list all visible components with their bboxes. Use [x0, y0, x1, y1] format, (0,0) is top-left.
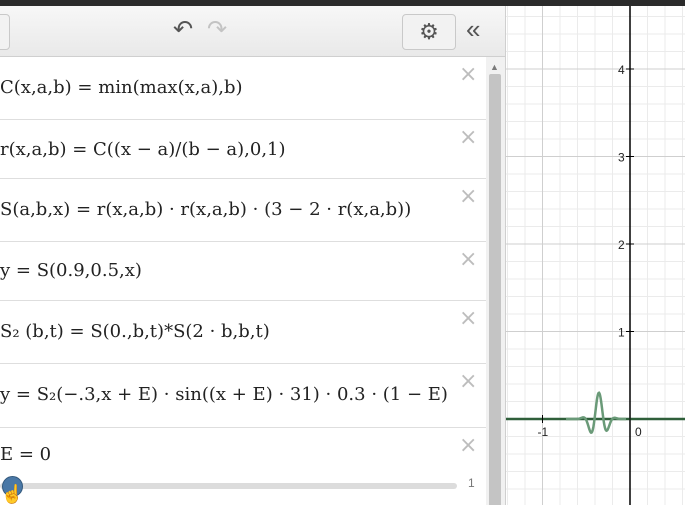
- expression-text[interactable]: y = S₂(−.3,x + E) · sin((x + E) · 31) · …: [0, 384, 448, 405]
- settings-button[interactable]: ⚙: [402, 14, 456, 50]
- expression-item[interactable]: C(x,a,b) = min(max(x,a),b) ×: [0, 57, 486, 120]
- scroll-up-arrow-icon[interactable]: ▲: [490, 62, 499, 72]
- expression-item[interactable]: y = S(0.9,0.5,x) ×: [0, 242, 486, 301]
- close-icon[interactable]: ×: [459, 371, 477, 393]
- y-tick-label: 2: [618, 238, 625, 252]
- close-icon[interactable]: ×: [459, 308, 477, 330]
- y-tick-label: 4: [618, 63, 625, 77]
- collapse-panel-icon[interactable]: «: [466, 16, 480, 42]
- expression-text[interactable]: S₂ (b,t) = S(0.,b,t)*S(2 · b,b,t): [0, 321, 270, 342]
- expression-text[interactable]: y = S(0.9,0.5,x): [0, 260, 142, 281]
- close-icon[interactable]: ×: [459, 64, 477, 86]
- expression-item[interactable]: S(a,b,x) = r(x,a,b) · r(x,a,b) · (3 − 2 …: [0, 179, 486, 242]
- scrollbar-thumb[interactable]: [489, 74, 501, 505]
- expression-list: C(x,a,b) = min(max(x,a),b) × r(x,a,b) = …: [0, 57, 486, 505]
- graph-canvas[interactable]: 4 3 2 1 -1 0: [506, 6, 685, 505]
- y-tick-label: 1: [618, 326, 625, 340]
- expression-item[interactable]: y = S₂(−.3,x + E) · sin((x + E) · 31) · …: [0, 364, 486, 428]
- gear-icon: ⚙: [419, 19, 439, 44]
- slider-expression-text[interactable]: E = 0: [0, 444, 51, 465]
- scrollbar[interactable]: ▲: [486, 57, 505, 505]
- slider-max-label: 1: [468, 476, 475, 490]
- expression-text[interactable]: S(a,b,x) = r(x,a,b) · r(x,a,b) · (3 − 2 …: [0, 199, 411, 220]
- expression-text[interactable]: r(x,a,b) = C((x − a)/(b − a),0,1): [0, 139, 286, 160]
- y-tick-label: 3: [618, 151, 625, 165]
- undo-icon[interactable]: ↶: [173, 18, 193, 42]
- slider-expression-item[interactable]: E = 0 ×: [0, 428, 486, 505]
- expression-toolbar: ↶ ↷ ⚙ «: [0, 6, 505, 57]
- x-tick-label: -1: [538, 425, 549, 439]
- x-tick-label: 0: [635, 425, 642, 439]
- close-icon[interactable]: ×: [459, 435, 477, 457]
- expression-item[interactable]: S₂ (b,t) = S(0.,b,t)*S(2 · b,b,t) ×: [0, 301, 486, 364]
- slider-track[interactable]: [0, 483, 457, 489]
- wave-packet-curve: [566, 391, 626, 434]
- redo-icon[interactable]: ↷: [207, 18, 227, 42]
- close-icon[interactable]: ×: [459, 186, 477, 208]
- graph-svg[interactable]: 4 3 2 1 -1 0: [506, 6, 685, 505]
- close-icon[interactable]: ×: [459, 249, 477, 271]
- close-icon[interactable]: ×: [459, 127, 477, 149]
- expression-panel: ↶ ↷ ⚙ « C(x,a,b) = min(max(x,a),b) × r(x…: [0, 6, 506, 505]
- expression-text[interactable]: C(x,a,b) = min(max(x,a),b): [0, 77, 243, 98]
- expression-item[interactable]: r(x,a,b) = C((x − a)/(b − a),0,1) ×: [0, 120, 486, 179]
- add-item-button[interactable]: [0, 14, 10, 50]
- hand-cursor-icon: ☝: [1, 484, 24, 504]
